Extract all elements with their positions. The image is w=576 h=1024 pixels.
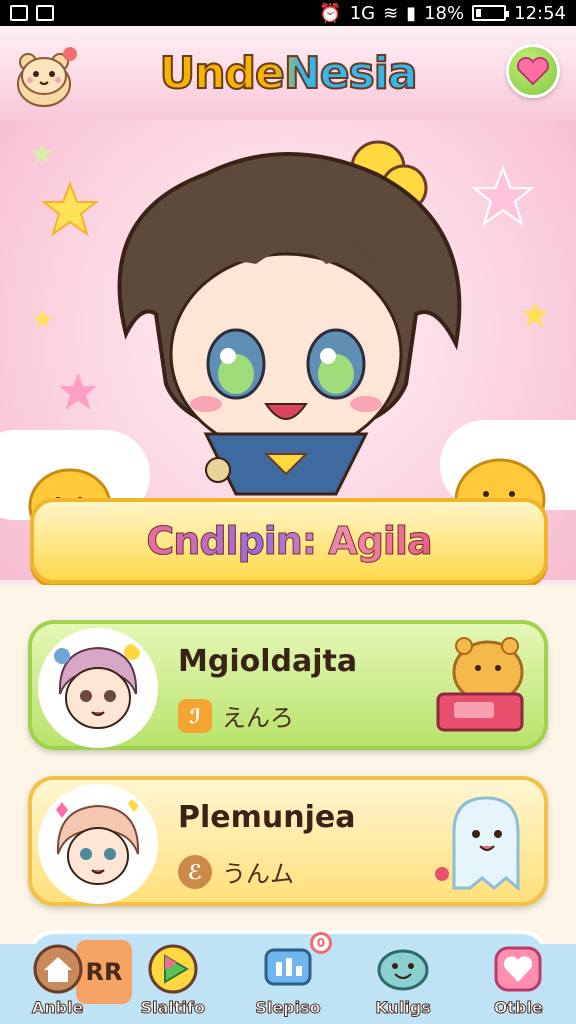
card-subtitle-row: ℐ えんろ	[178, 698, 294, 733]
chat-icon	[260, 944, 316, 994]
heart-icon[interactable]	[506, 44, 560, 98]
nav-item-chat[interactable]: 0 Slepiso	[234, 932, 342, 1024]
signal-text: 1G	[349, 2, 376, 24]
avatar	[38, 784, 158, 904]
nav-label: Anble	[31, 998, 84, 1018]
battery-text: 18%	[424, 2, 465, 24]
feature-card[interactable]: Plemunjea ℰ うんム	[28, 776, 548, 906]
app-header: UndeNesia	[0, 26, 576, 120]
card-subtitle: えんろ	[222, 704, 294, 732]
nav-label: Otble	[493, 998, 543, 1018]
nav-item-play[interactable]: Slaltifo	[119, 944, 227, 1024]
gallery-icon	[36, 5, 54, 21]
banner-text: Cndlpin: Agila	[146, 519, 433, 564]
smiley-icon	[375, 944, 431, 994]
ghost-icon	[434, 788, 534, 898]
laptop-bear-icon	[434, 632, 534, 742]
status-left	[10, 5, 54, 21]
nav-label: Kuligs	[375, 998, 431, 1018]
nav-label: Slepiso	[255, 998, 321, 1018]
battery-icon	[472, 5, 510, 21]
character-illustration	[117, 140, 462, 496]
nav-item-home[interactable]: Anble	[4, 944, 112, 1024]
nav-label: Slaltifo	[140, 998, 205, 1018]
nav-item-heart[interactable]: Otble	[464, 944, 572, 1024]
hamster-mascot-icon[interactable]	[10, 40, 80, 110]
card-subtitle: うんム	[222, 860, 294, 888]
play-icon	[145, 944, 201, 994]
signal-bars-icon: ▮	[406, 2, 417, 24]
notification-badge: 0	[309, 932, 332, 954]
home-icon	[30, 944, 86, 994]
battery-fill	[476, 9, 482, 17]
wifi-icon: ≋	[383, 2, 399, 24]
bottom-nav: RR Anble Slaltifo 0 Slepiso Kuligs Otble	[0, 932, 576, 1024]
card-subtitle-row: ℰ うんム	[178, 854, 294, 889]
card-title: Mgioldajta	[178, 644, 358, 679]
tag-icon: ℐ	[178, 698, 212, 733]
hero-banner[interactable]: Cndlpin: Agila	[30, 498, 548, 584]
star-icon	[522, 302, 548, 327]
feature-card[interactable]: Mgioldajta ℐ えんろ	[28, 620, 548, 750]
clock: 12:54	[514, 2, 566, 24]
alarm-icon: ⏰	[319, 2, 342, 24]
card-title: Plemunjea	[178, 800, 356, 835]
status-right: ⏰ 1G ≋ ▮ 18% 12:54	[319, 3, 566, 24]
star-icon	[33, 309, 53, 328]
star-icon	[31, 143, 53, 164]
app-title: UndeNesia	[158, 47, 418, 100]
heart-icon	[490, 944, 546, 994]
status-bar: ⏰ 1G ≋ ▮ 18% 12:54	[0, 0, 576, 26]
notification-icon	[10, 5, 28, 21]
nav-item-smiley[interactable]: Kuligs	[349, 944, 457, 1024]
tag-icon: ℰ	[178, 854, 212, 889]
avatar	[38, 628, 158, 748]
